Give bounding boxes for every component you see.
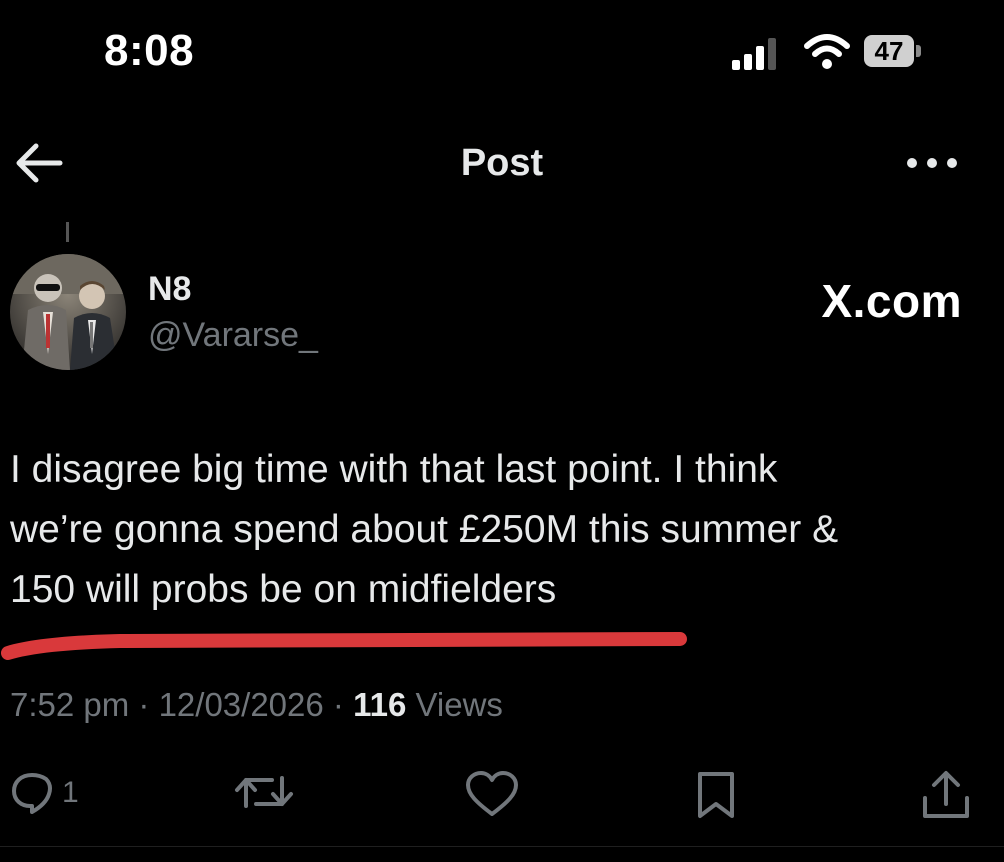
author-display-name[interactable]: N8 bbox=[148, 270, 191, 309]
thread-connector-line bbox=[66, 222, 69, 242]
bottom-divider bbox=[0, 846, 1004, 847]
repost-icon bbox=[235, 776, 293, 808]
wifi-icon bbox=[804, 34, 850, 69]
battery-icon: 47 bbox=[864, 35, 922, 67]
bookmark-button[interactable] bbox=[694, 770, 744, 820]
like-button[interactable] bbox=[464, 770, 524, 820]
share-button[interactable] bbox=[920, 770, 972, 820]
bookmark-icon bbox=[698, 772, 734, 818]
reply-count: 1 bbox=[62, 776, 79, 809]
battery-level: 47 bbox=[874, 36, 904, 66]
avatar[interactable] bbox=[10, 254, 126, 370]
views-count[interactable]: 116 bbox=[353, 686, 406, 723]
repost-button[interactable] bbox=[232, 770, 296, 820]
battery-cap bbox=[916, 45, 921, 57]
post-detail-screen: 8:08 47 Post N8 @Vararse_ X.com I disagr… bbox=[0, 0, 1004, 862]
ellipsis-icon[interactable] bbox=[904, 148, 960, 178]
page-title: Post bbox=[460, 142, 544, 184]
post-timestamp: 7:52 pm · 12/03/2026 · bbox=[10, 686, 354, 723]
reply-button[interactable]: 1 bbox=[10, 770, 110, 820]
author-handle[interactable]: @Vararse_ bbox=[148, 316, 318, 355]
views-label: Views bbox=[406, 686, 503, 723]
like-icon bbox=[466, 771, 518, 816]
share-icon bbox=[923, 771, 969, 818]
red-underline-annotation bbox=[1, 632, 687, 660]
post-text: I disagree big time with that last point… bbox=[10, 448, 839, 611]
reply-icon bbox=[12, 773, 52, 814]
post-meta: 7:52 pm · 12/03/2026 · 116 Views bbox=[10, 686, 503, 724]
cellular-signal-icon bbox=[732, 38, 776, 70]
status-time: 8:08 bbox=[104, 26, 195, 75]
x-logo-label: X.com bbox=[821, 275, 962, 327]
